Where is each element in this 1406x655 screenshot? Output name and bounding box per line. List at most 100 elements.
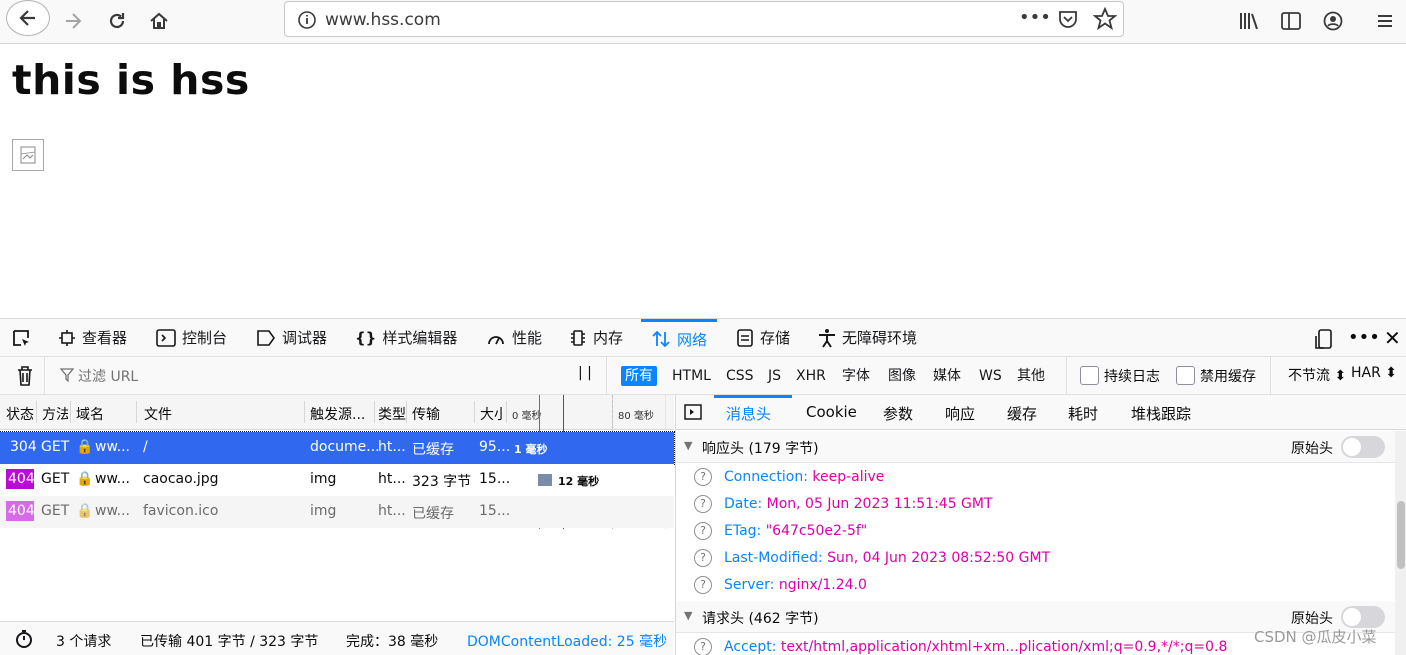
tab-headers[interactable]: 消息头 (726, 403, 771, 424)
devtools-tab-bar: 查看器 控制台 调试器 {} 样式编辑器 性能 内存 网络 存储 无障碍环境 •… (0, 319, 1406, 357)
pause-button[interactable]: | | (578, 365, 592, 381)
disable-cache-checkbox[interactable] (1176, 366, 1195, 385)
help-icon[interactable]: ? (694, 576, 712, 594)
help-icon[interactable]: ? (694, 468, 712, 486)
active-tab-indicator (714, 395, 792, 398)
tab-performance[interactable]: 性能 (486, 319, 542, 356)
tab-timings[interactable]: 耗时 (1068, 403, 1098, 424)
close-devtools-icon[interactable]: ✕ (1384, 326, 1401, 350)
filter-other[interactable]: 其他 (1013, 366, 1049, 386)
back-button[interactable] (6, 0, 50, 36)
raw-headers-label: 原始头 (1291, 611, 1333, 627)
tab-cookie[interactable]: Cookie (806, 403, 857, 421)
filter-fonts[interactable]: 字体 (838, 366, 874, 386)
scrollbar-thumb[interactable] (1397, 501, 1405, 569)
raw-headers-toggle[interactable] (1341, 606, 1385, 628)
filter-ws[interactable]: WS (975, 366, 1006, 386)
tab-memory[interactable]: 内存 (569, 319, 623, 356)
tab-style-editor[interactable]: {} 样式编辑器 (355, 319, 457, 356)
col-file[interactable]: 文件 (144, 404, 304, 424)
collapse-triangle-icon[interactable]: ▼ (684, 609, 692, 622)
filter-url-input[interactable]: 过滤 URL (78, 366, 138, 386)
col-size[interactable]: 大小 (480, 404, 504, 424)
tab-storage[interactable]: 存储 (736, 319, 790, 356)
filter-all[interactable]: 所有 (621, 366, 657, 386)
devtools-panel: 查看器 控制台 调试器 {} 样式编辑器 性能 内存 网络 存储 无障碍环境 •… (0, 318, 1406, 655)
filter-html[interactable]: HTML (668, 366, 715, 386)
library-button[interactable] (1236, 5, 1262, 37)
col-domain[interactable]: 域名 (76, 404, 134, 424)
filter-media[interactable]: 媒体 (929, 366, 965, 386)
trash-icon[interactable] (16, 365, 34, 391)
table-row[interactable]: 404 GET 🔒 ww... caocao.jpg img ht... 323… (0, 464, 674, 496)
menu-button[interactable] (1372, 5, 1398, 37)
style-editor-icon: {} (355, 328, 377, 347)
throttle-select[interactable]: 不节流 ⬍ (1288, 365, 1346, 385)
broken-image-icon (12, 139, 44, 171)
timeline-tick-0: 0 毫秒 (512, 411, 542, 422)
info-icon[interactable] (297, 10, 317, 34)
tab-response[interactable]: 响应 (945, 403, 975, 424)
page-heading: this is hss (12, 56, 250, 104)
tab-debugger[interactable]: 调试器 (256, 319, 327, 356)
filter-images[interactable]: 图像 (884, 366, 920, 386)
raw-headers-toggle[interactable] (1341, 436, 1385, 458)
debugger-icon (257, 329, 275, 346)
filter-xhr[interactable]: XHR (792, 366, 830, 386)
help-icon[interactable]: ? (694, 522, 712, 540)
help-icon[interactable]: ? (694, 495, 712, 513)
col-method[interactable]: 方法 (42, 404, 68, 424)
page-actions-icon[interactable]: ••• (1019, 7, 1051, 28)
tab-label: 存储 (760, 329, 791, 347)
tab-label: 内存 (593, 329, 624, 347)
bookmark-star-icon[interactable] (1092, 6, 1118, 35)
col-status[interactable]: 状态 (6, 404, 34, 424)
dock-side-icon[interactable] (1314, 328, 1334, 354)
col-cause[interactable]: 触发源... (310, 404, 374, 424)
table-row[interactable]: 404 GET 🔒 ww... favicon.ico img ht... 已缓… (0, 496, 674, 528)
col-transferred[interactable]: 传输 (412, 404, 472, 424)
row-domain: ww... (95, 471, 130, 487)
row-size: 15... (479, 503, 511, 519)
har-menu[interactable]: HAR ⬍ (1351, 365, 1397, 381)
home-button[interactable] (144, 5, 174, 37)
element-picker-icon[interactable] (12, 329, 32, 353)
console-icon (156, 328, 176, 347)
pocket-icon[interactable] (1057, 8, 1079, 34)
help-icon[interactable]: ? (694, 549, 712, 567)
row-method: GET (41, 503, 70, 519)
help-icon[interactable]: ? (694, 638, 712, 655)
forward-button[interactable] (58, 5, 88, 37)
sidebar-button[interactable] (1278, 5, 1304, 37)
tab-accessibility[interactable]: 无障碍环境 (818, 319, 917, 356)
library-icon (1240, 13, 1258, 30)
url-bar[interactable]: www.hss.com ••• (284, 1, 1124, 37)
stopwatch-icon[interactable] (14, 629, 34, 653)
tab-console[interactable]: 控制台 (156, 319, 227, 356)
collapse-triangle-icon[interactable]: ▼ (684, 439, 692, 452)
tab-label: 调试器 (282, 329, 328, 347)
header-line: ? ETag: "647c50e2-5f" (694, 522, 867, 540)
filter-js[interactable]: JS (764, 366, 785, 386)
url-text[interactable]: www.hss.com (325, 10, 441, 30)
details-scrollbar[interactable] (1395, 431, 1406, 655)
header-line: ? Connection: keep-alive (694, 468, 884, 486)
col-type[interactable]: 类型 (378, 404, 406, 424)
tab-network[interactable]: 网络 (641, 319, 718, 356)
tab-inspector[interactable]: 查看器 (58, 319, 127, 356)
tab-cache[interactable]: 缓存 (1007, 403, 1037, 424)
persist-logs-checkbox[interactable] (1080, 366, 1099, 385)
tab-params[interactable]: 参数 (883, 403, 913, 424)
network-status-bar: 3 个请求 已传输 401 字节 / 323 字节 完成：38 毫秒 DOMCo… (0, 621, 674, 655)
tab-label: 控制台 (182, 329, 228, 347)
filter-css[interactable]: CSS (722, 366, 758, 386)
devtools-more-icon[interactable]: ••• (1348, 327, 1380, 348)
reload-button[interactable] (102, 5, 132, 37)
response-headers-section[interactable]: ▼ 响应头 (179 字节) 原始头 (676, 431, 1396, 463)
tab-stack-trace[interactable]: 堆栈跟踪 (1131, 403, 1191, 424)
account-button[interactable] (1320, 5, 1346, 37)
watermark: CSDN @瓜皮小菜 (1254, 628, 1377, 646)
table-row[interactable]: 304 GET 🔒 ww... / docume... ht... 已缓存 95… (0, 431, 675, 465)
insecure-lock-icon: 🔒 (76, 471, 94, 487)
toggle-sidebar-icon[interactable] (684, 403, 702, 425)
